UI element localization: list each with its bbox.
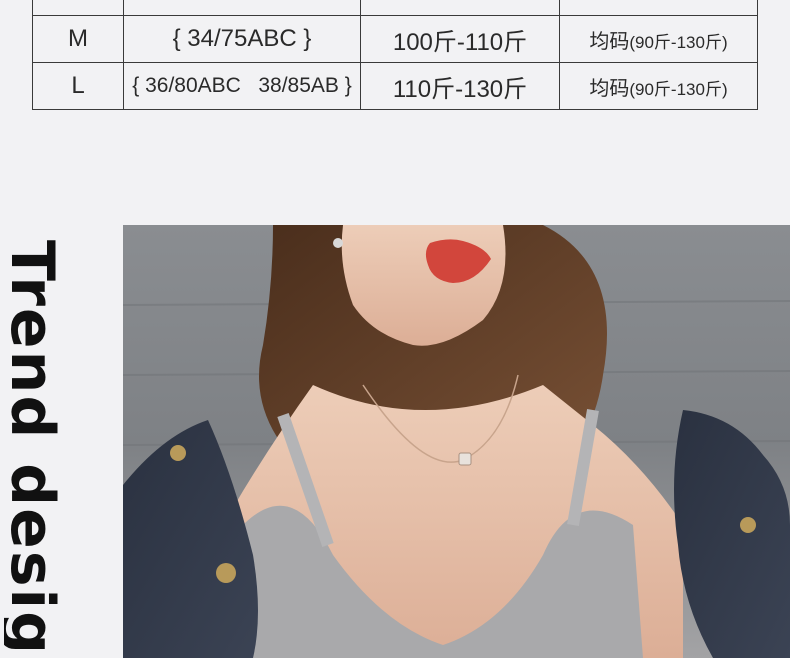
fit-range: (90斤-130斤) <box>629 32 728 52</box>
weight-cell: 100斤-110斤 <box>360 15 560 63</box>
jacket-button <box>170 445 186 461</box>
model-photo <box>123 225 790 658</box>
weight-cell: 110斤-130斤 <box>360 62 560 110</box>
size-cell: M <box>32 15 124 63</box>
fit-label: 均码 <box>589 30 630 53</box>
bra-size-cell <box>123 0 361 16</box>
table-row: L { 36/80ABC 38/85AB } 110斤-130斤 均码(90斤-… <box>32 62 758 110</box>
weight-cell <box>360 0 560 16</box>
bra-size-cell: { 34/75ABC } <box>123 15 361 63</box>
pendant <box>458 452 472 466</box>
fit-cell: 均码(90斤-130斤) <box>559 62 758 110</box>
table-row: M { 34/75ABC } 100斤-110斤 均码(90斤-130斤) <box>32 15 758 63</box>
earring <box>333 238 343 248</box>
size-cell <box>32 0 124 16</box>
side-heading: Trend desig <box>4 240 64 658</box>
table-row <box>32 0 758 16</box>
size-table: M { 34/75ABC } 100斤-110斤 均码(90斤-130斤) L … <box>32 0 758 110</box>
size-cell: L <box>32 62 124 110</box>
jacket-button <box>740 517 756 533</box>
model-illustration <box>123 225 790 658</box>
fit-cell: 均码(90斤-130斤) <box>559 15 758 63</box>
fit-label: 均码 <box>589 77 630 100</box>
side-heading-text: Trend desig <box>4 240 64 657</box>
bra-size-cell: { 36/80ABC 38/85AB } <box>123 62 361 110</box>
jacket-button <box>216 563 236 583</box>
fit-range: (90斤-130斤) <box>629 79 728 99</box>
fit-cell <box>559 0 758 16</box>
